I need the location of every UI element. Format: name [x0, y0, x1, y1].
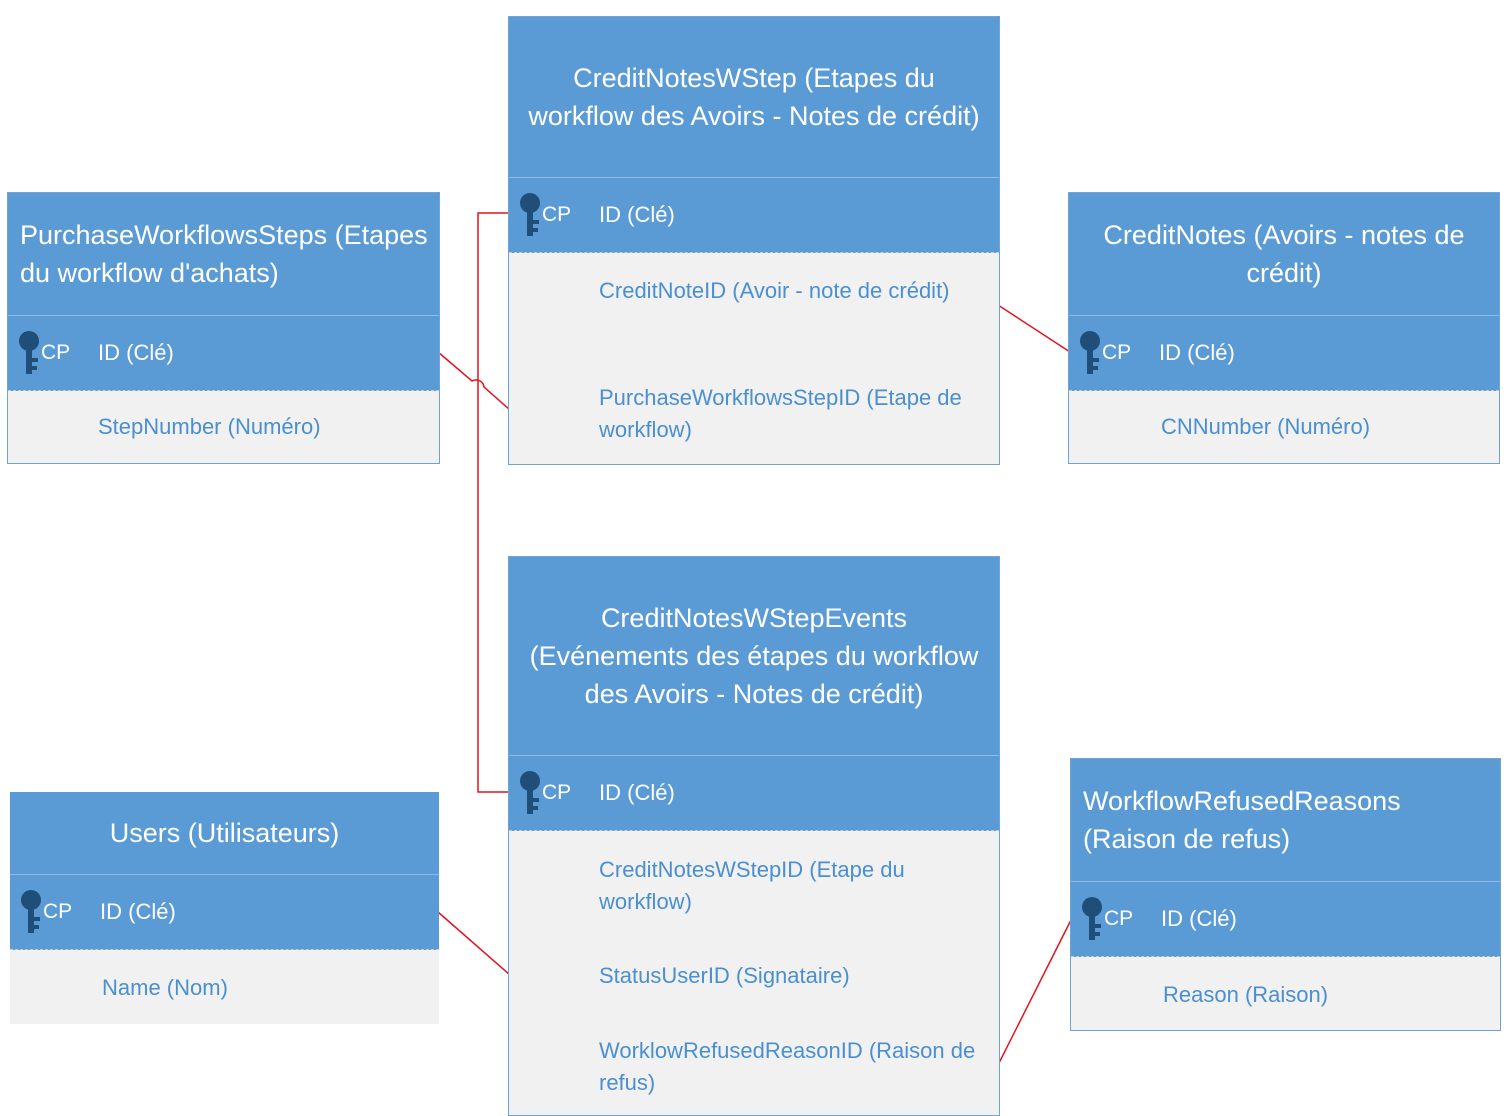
pk-field-name: ID (Clé) — [599, 202, 675, 227]
pk-label: CP — [542, 203, 572, 226]
field-reason: Reason (Raison) — [1163, 982, 1329, 1007]
field-purchase-workflows-step-id: PurchaseWorkflowsStepID (Etape de workfl… — [599, 385, 962, 442]
entity-title: CreditNotes (Avoirs - notes de crédit) — [1069, 193, 1499, 315]
connector-purchase-step — [437, 351, 511, 411]
entity-title: WorkflowRefusedReasons (Raison de refus) — [1071, 759, 1500, 881]
entity-workflow-refused-reasons[interactable]: WorkflowRefusedReasons (Raison de refus)… — [1070, 758, 1501, 1031]
field-worklow-refused-reason-id: WorklowRefusedReasonID (Raison de refus) — [599, 1038, 976, 1095]
entity-credit-notes-wstep[interactable]: CreditNotesWStep (Etapes du workflow des… — [508, 16, 1000, 465]
field-status-user-id: StatusUserID (Signataire) — [599, 963, 850, 988]
entity-title: Users (Utilisateurs) — [10, 792, 439, 874]
field-name: Name (Nom) — [102, 975, 228, 1000]
primary-key-row[interactable]: CP ID (Clé) — [1071, 881, 1500, 957]
field-cn-number: CNNumber (Numéro) — [1161, 414, 1371, 439]
primary-key-row[interactable]: CP ID (Clé) — [10, 874, 439, 950]
field-credit-notes-wstep-id: CreditNotesWStepID (Etape du workflow) — [599, 857, 905, 914]
pk-field-name: ID (Clé) — [599, 780, 675, 805]
connector-credit-note — [997, 304, 1071, 353]
connector-users — [437, 911, 511, 976]
primary-key-row[interactable]: CP ID (Clé) — [8, 315, 439, 391]
primary-key-row[interactable]: CP ID (Clé) — [509, 177, 999, 253]
entity-credit-notes[interactable]: CreditNotes (Avoirs - notes de crédit) C… — [1068, 192, 1500, 464]
pk-label: CP — [1102, 341, 1132, 364]
pk-field-name: ID (Clé) — [98, 340, 174, 365]
primary-key-row[interactable]: CP ID (Clé) — [1069, 315, 1499, 391]
pk-label: CP — [43, 900, 73, 923]
field-step-number: StepNumber (Numéro) — [98, 414, 321, 439]
primary-key-row[interactable]: CP ID (Clé) — [509, 755, 999, 831]
pk-field-name: ID (Clé) — [100, 899, 176, 924]
entity-purchase-workflows-steps[interactable]: PurchaseWorkflowsSteps (Etapes du workfl… — [7, 192, 440, 464]
entity-title: CreditNotesWStep (Etapes du workflow des… — [509, 17, 999, 177]
pk-label: CP — [542, 781, 572, 804]
entity-title: PurchaseWorkflowsSteps (Etapes du workfl… — [8, 193, 439, 315]
connector-wstep-events — [477, 212, 510, 793]
pk-field-name: ID (Clé) — [1159, 340, 1235, 365]
pk-label: CP — [41, 341, 71, 364]
pk-field-name: ID (Clé) — [1161, 906, 1237, 931]
field-credit-note-id: CreditNoteID (Avoir - note de crédit) — [599, 278, 950, 303]
connector-refused-reason — [997, 917, 1073, 1066]
entity-users[interactable]: Users (Utilisateurs) CP ID (Clé) Name (N… — [10, 792, 439, 1024]
entity-credit-notes-wstep-events[interactable]: CreditNotesWStepEvents (Evénements des é… — [508, 556, 1000, 1116]
pk-label: CP — [1104, 907, 1134, 930]
entity-title: CreditNotesWStepEvents (Evénements des é… — [509, 557, 999, 755]
